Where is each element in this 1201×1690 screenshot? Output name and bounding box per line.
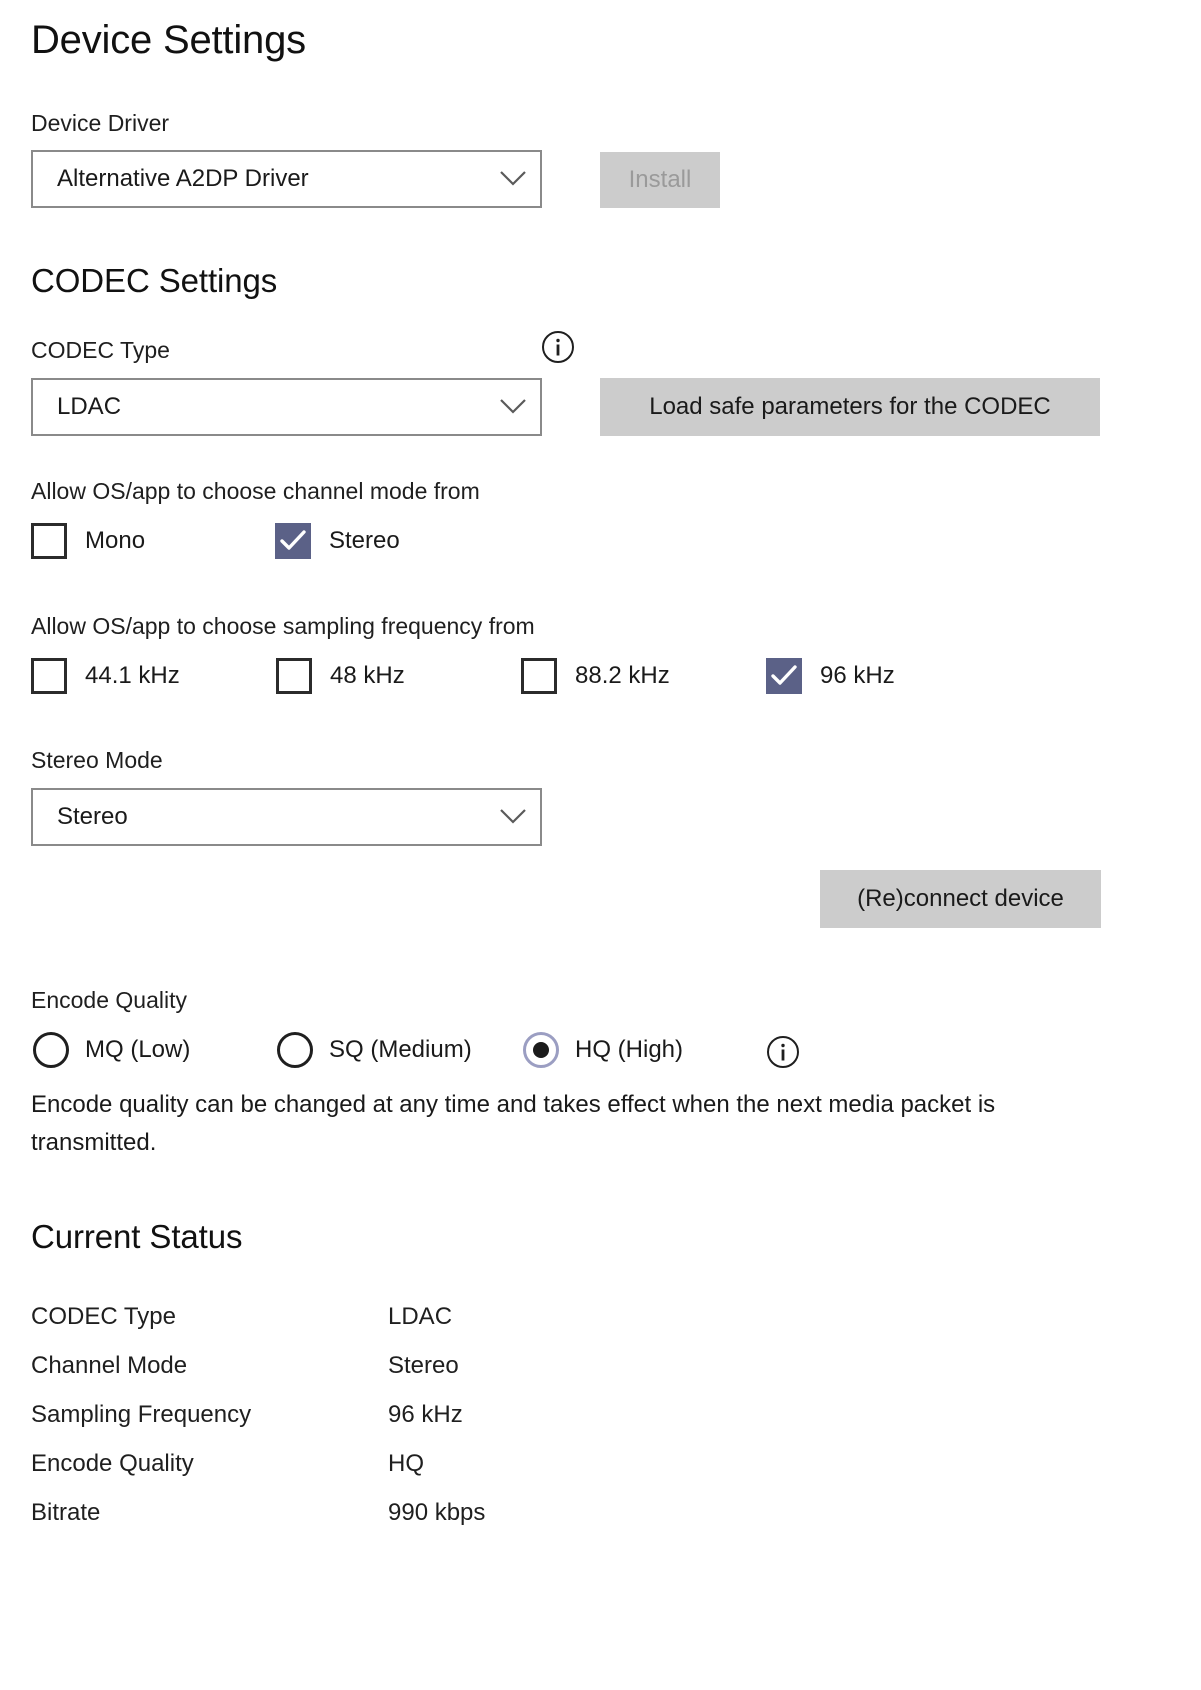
encode-quality-radio-group: MQ (Low) SQ (Medium) HQ (High) bbox=[0, 1032, 1201, 1072]
checkbox-label: 44.1 kHz bbox=[85, 662, 180, 689]
sampling-frequency-label: Allow OS/app to choose sampling frequenc… bbox=[31, 613, 535, 639]
checkbox-label: 48 kHz bbox=[330, 662, 405, 689]
chevron-down-icon bbox=[486, 790, 540, 844]
page-title: Device Settings bbox=[31, 18, 306, 62]
status-value: Stereo bbox=[388, 1352, 459, 1379]
radio-hq-high[interactable]: HQ (High) bbox=[523, 1032, 683, 1068]
current-status-heading: Current Status bbox=[31, 1218, 243, 1255]
encode-quality-label: Encode Quality bbox=[31, 987, 187, 1013]
checkbox-label: 88.2 kHz bbox=[575, 662, 670, 689]
radio-label: MQ (Low) bbox=[85, 1036, 191, 1063]
checkbox-box bbox=[766, 658, 802, 694]
status-value: 96 kHz bbox=[388, 1401, 463, 1428]
checkbox-box bbox=[31, 523, 67, 559]
status-value: 990 kbps bbox=[388, 1499, 486, 1526]
channel-mode-checkbox-group: Mono Stereo bbox=[0, 523, 1201, 563]
stereo-mode-select[interactable]: Stereo bbox=[31, 788, 542, 846]
checkbox-label: Stereo bbox=[329, 527, 400, 554]
codec-type-value: LDAC bbox=[57, 393, 122, 420]
checkbox-box bbox=[276, 658, 312, 694]
device-driver-select[interactable]: Alternative A2DP Driver bbox=[31, 150, 542, 208]
chevron-down-icon bbox=[486, 152, 540, 206]
status-value: HQ bbox=[388, 1450, 424, 1477]
status-key: Sampling Frequency bbox=[31, 1401, 252, 1428]
checkbox-stereo[interactable]: Stereo bbox=[275, 523, 400, 559]
checkbox-label: 96 kHz bbox=[820, 662, 895, 689]
codec-type-select[interactable]: LDAC bbox=[31, 378, 542, 436]
status-row: Encode Quality HQ bbox=[31, 1450, 931, 1482]
load-safe-parameters-button[interactable]: Load safe parameters for the CODEC bbox=[600, 378, 1100, 436]
radio-dot bbox=[33, 1032, 69, 1068]
checkbox-label: Mono bbox=[85, 527, 146, 554]
radio-mq-low[interactable]: MQ (Low) bbox=[33, 1032, 190, 1068]
checkbox-box bbox=[275, 523, 311, 559]
radio-dot bbox=[277, 1032, 313, 1068]
radio-dot bbox=[523, 1032, 559, 1068]
stereo-mode-label: Stereo Mode bbox=[31, 747, 163, 773]
checkbox-48-khz[interactable]: 48 kHz bbox=[276, 658, 405, 694]
codec-type-info-icon[interactable] bbox=[541, 330, 575, 364]
install-button[interactable]: Install bbox=[600, 152, 720, 208]
status-row: Bitrate 990 kbps bbox=[31, 1499, 931, 1531]
status-key: Encode Quality bbox=[31, 1450, 194, 1477]
reconnect-device-button[interactable]: (Re)connect device bbox=[820, 870, 1101, 928]
channel-mode-label: Allow OS/app to choose channel mode from bbox=[31, 478, 480, 504]
device-settings-page: Device Settings Device Driver Alternativ… bbox=[0, 0, 1201, 1690]
stereo-mode-value: Stereo bbox=[57, 803, 128, 830]
checkbox-44-1-khz[interactable]: 44.1 kHz bbox=[31, 658, 180, 694]
sampling-frequency-checkbox-group: 44.1 kHz 48 kHz 88.2 kHz 96 kHz bbox=[0, 658, 1201, 698]
status-row: CODEC Type LDAC bbox=[31, 1303, 931, 1335]
status-key: CODEC Type bbox=[31, 1303, 176, 1330]
encode-quality-info-icon[interactable] bbox=[766, 1035, 800, 1069]
checkbox-88-2-khz[interactable]: 88.2 kHz bbox=[521, 658, 670, 694]
checkbox-mono[interactable]: Mono bbox=[31, 523, 145, 559]
checkbox-96-khz[interactable]: 96 kHz bbox=[766, 658, 895, 694]
encode-quality-description: Encode quality can be changed at any tim… bbox=[31, 1091, 996, 1156]
status-row: Channel Mode Stereo bbox=[31, 1352, 931, 1384]
device-driver-value: Alternative A2DP Driver bbox=[57, 165, 309, 192]
checkbox-box bbox=[521, 658, 557, 694]
radio-sq-medium[interactable]: SQ (Medium) bbox=[277, 1032, 472, 1068]
radio-label: HQ (High) bbox=[575, 1036, 684, 1063]
status-key: Bitrate bbox=[31, 1499, 101, 1526]
radio-label: SQ (Medium) bbox=[329, 1036, 472, 1063]
codec-type-label: CODEC Type bbox=[31, 337, 170, 363]
status-row: Sampling Frequency 96 kHz bbox=[31, 1401, 931, 1433]
codec-settings-heading: CODEC Settings bbox=[31, 262, 278, 299]
checkbox-box bbox=[31, 658, 67, 694]
status-key: Channel Mode bbox=[31, 1352, 188, 1379]
chevron-down-icon bbox=[486, 380, 540, 434]
status-value: LDAC bbox=[388, 1303, 453, 1330]
device-driver-label: Device Driver bbox=[31, 110, 170, 136]
